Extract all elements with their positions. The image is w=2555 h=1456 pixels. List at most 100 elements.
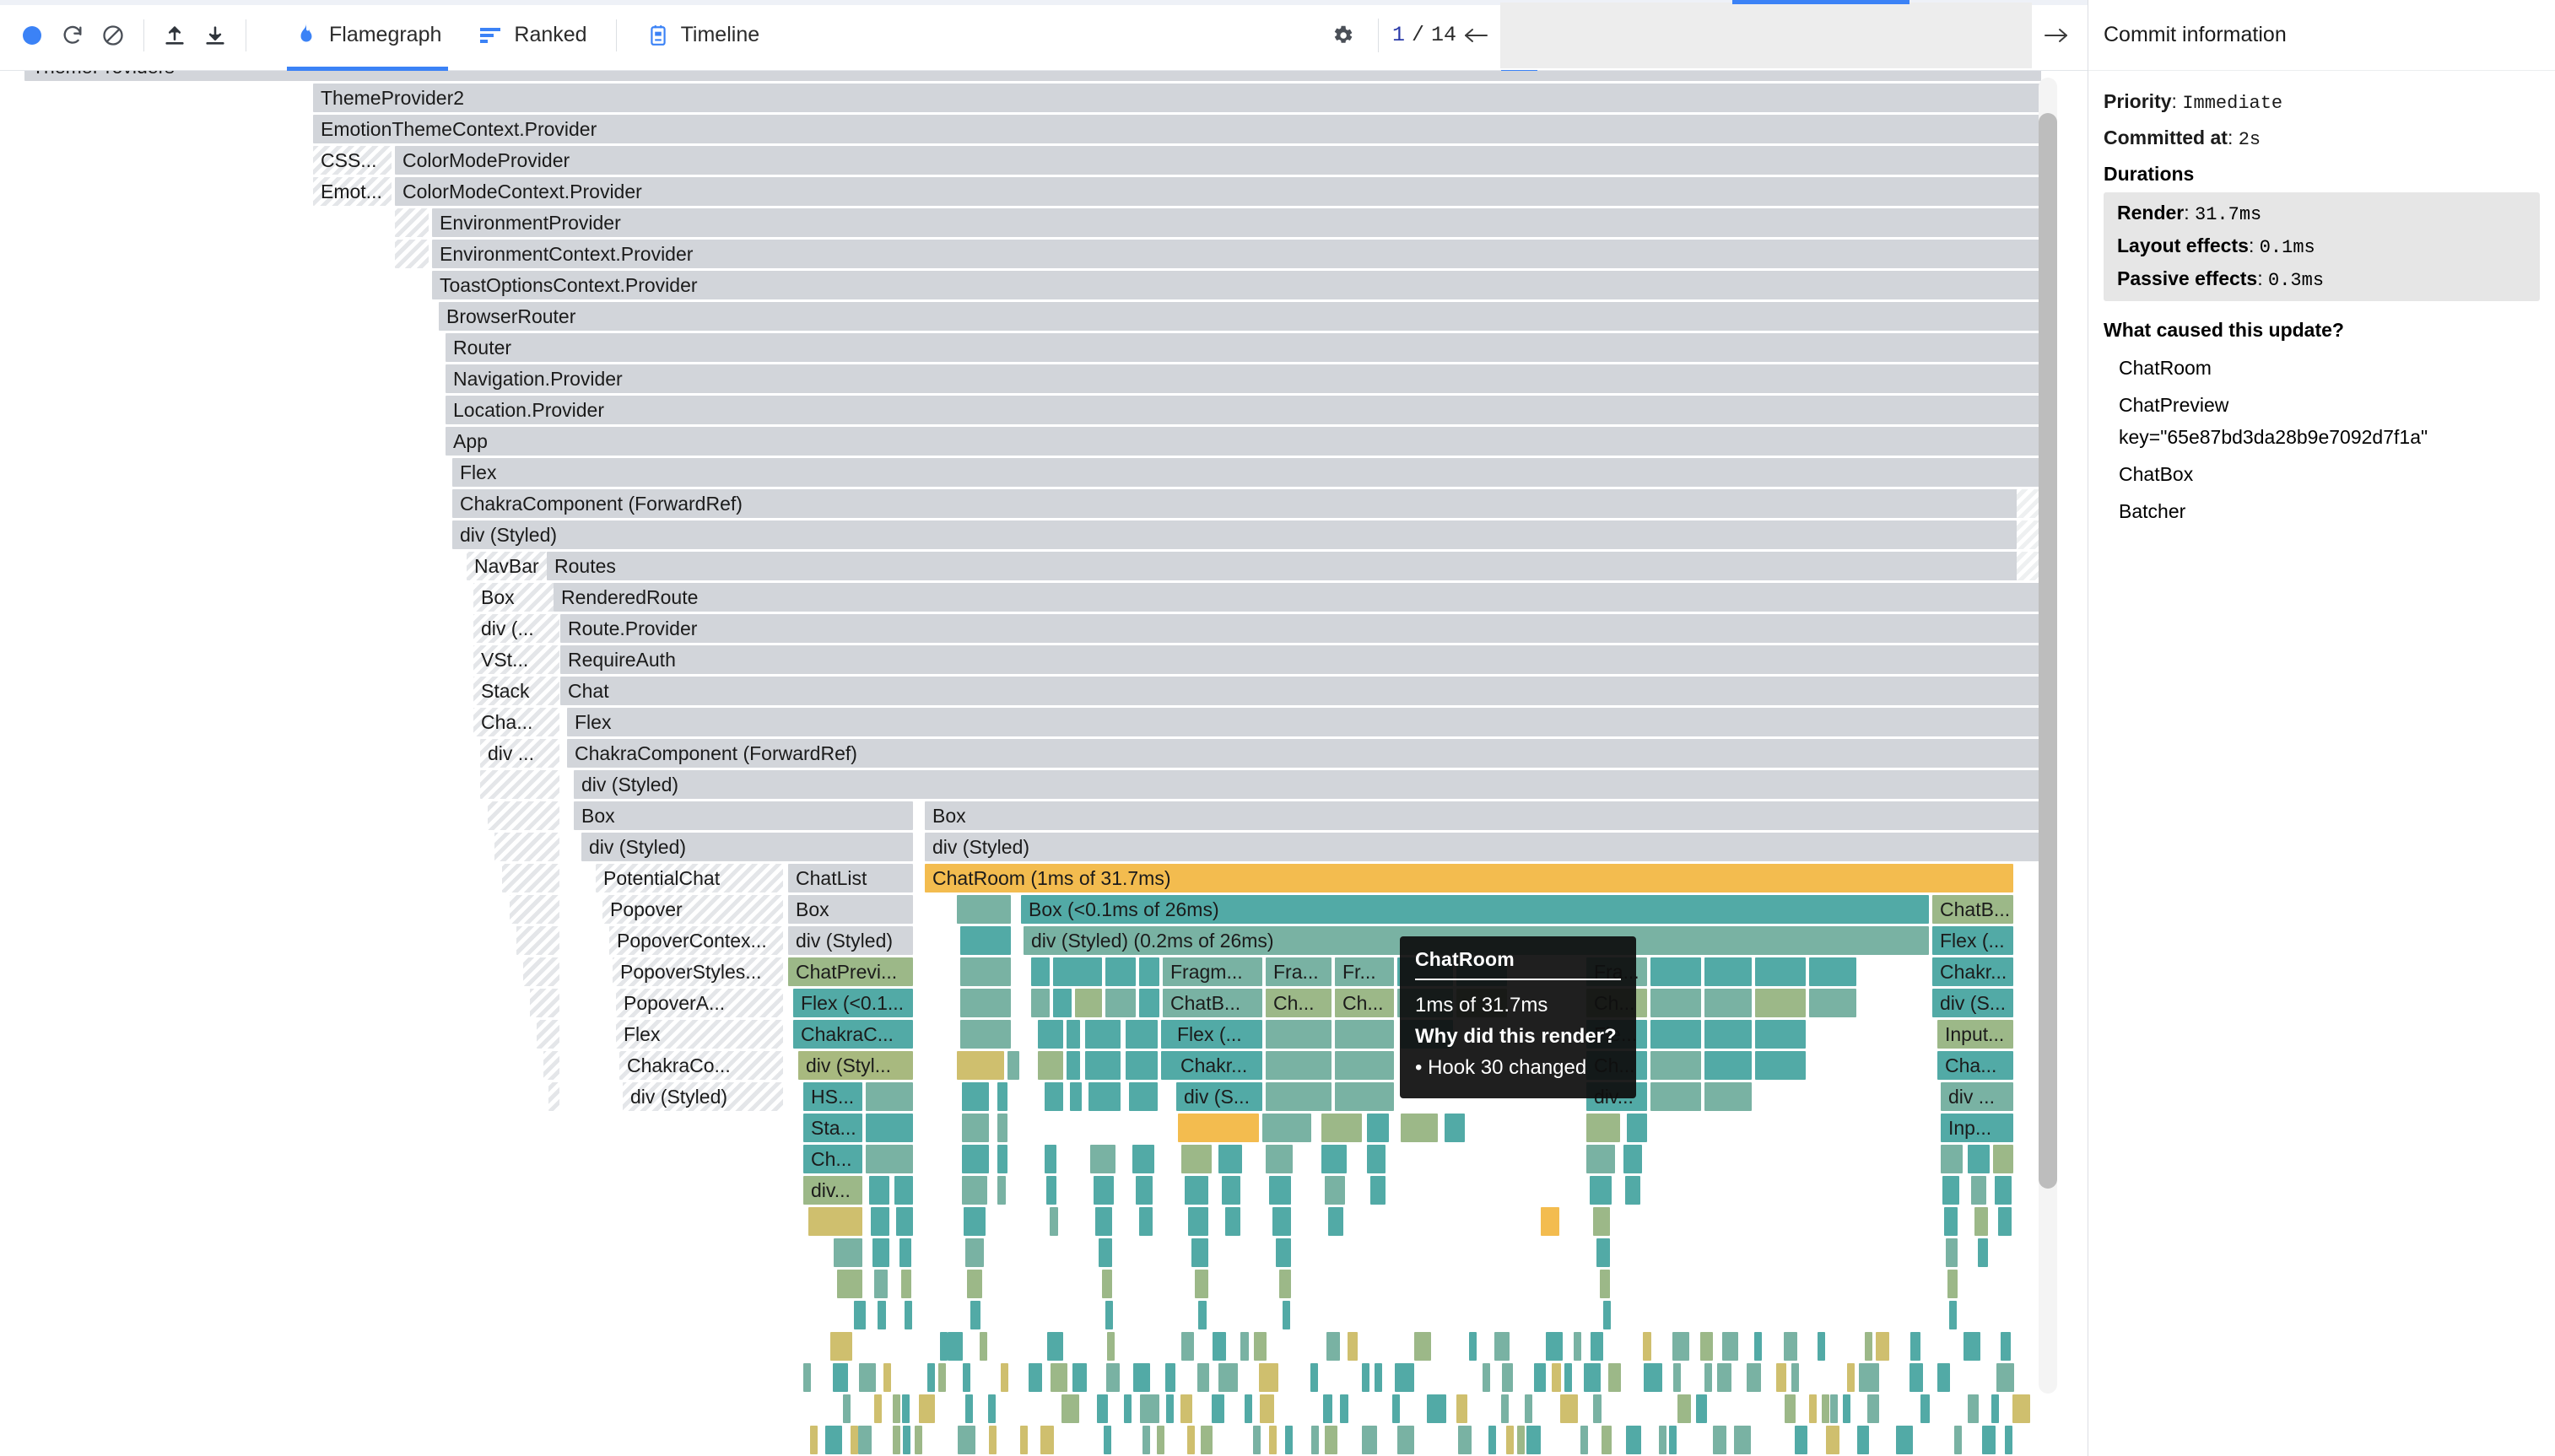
flamegraph-node-unlabeled[interactable] <box>1272 1207 1291 1236</box>
flamegraph-node-unlabeled[interactable] <box>1283 1301 1290 1329</box>
flamegraph-node-unlabeled[interactable] <box>1335 1020 1394 1049</box>
flamegraph-node[interactable]: div (Styled) <box>925 833 2041 861</box>
flamegraph-node-unlabeled[interactable] <box>1105 989 1136 1017</box>
flamegraph-node-unlabeled[interactable] <box>1107 1332 1115 1361</box>
flamegraph-node[interactable]: Cha... <box>1937 1051 2013 1080</box>
flamegraph-node-unlabeled[interactable] <box>1126 1020 1158 1049</box>
flamegraph-node-unlabeled[interactable] <box>1722 1332 1738 1361</box>
flamegraph-node-unlabeled[interactable] <box>1541 1207 1559 1236</box>
flamegraph-node-unlabeled[interactable] <box>1445 1114 1465 1142</box>
flamegraph-node-unlabeled[interactable] <box>938 1363 947 1392</box>
flamegraph-node-unlabeled[interactable] <box>480 770 559 799</box>
flamegraph-node-unlabeled[interactable] <box>1326 1332 1340 1361</box>
flamegraph-node-unlabeled[interactable] <box>1526 1426 1541 1454</box>
flamegraph-node[interactable]: ChatPrevi... <box>788 957 913 986</box>
flamegraph-node-unlabeled[interactable] <box>1067 1051 1080 1080</box>
flamegraph-node-unlabeled[interactable] <box>1129 1082 1158 1111</box>
flamegraph-node-unlabeled[interactable] <box>1600 1270 1610 1298</box>
flamegraph-node-unlabeled[interactable] <box>830 1332 852 1361</box>
flamegraph-node[interactable]: Chat <box>560 677 2041 705</box>
flamegraph-node-unlabeled[interactable] <box>1222 1176 1240 1205</box>
flamegraph-node-unlabeled[interactable] <box>1625 1176 1640 1205</box>
flamegraph-node-unlabeled[interactable] <box>1165 1363 1175 1392</box>
flamegraph-node-unlabeled[interactable] <box>902 1426 910 1454</box>
flamegraph-node-unlabeled[interactable] <box>1053 957 1102 986</box>
flamegraph-node-unlabeled[interactable] <box>1051 1363 1067 1392</box>
flamegraph-node-unlabeled[interactable] <box>1857 1426 1869 1454</box>
flamegraph-node-unlabeled[interactable] <box>1494 1332 1510 1361</box>
flamegraph-node-unlabeled[interactable] <box>1574 1332 1581 1361</box>
flamegraph-node-unlabeled[interactable] <box>1325 1426 1338 1454</box>
flamegraph-node-unlabeled[interactable] <box>2012 1394 2031 1423</box>
flamegraph-node-unlabeled[interactable] <box>1367 1145 1386 1173</box>
flamegraph-node-unlabeled[interactable] <box>1367 1114 1389 1142</box>
flamegraph-node-unlabeled[interactable] <box>1259 1394 1274 1423</box>
flamegraph-node-unlabeled[interactable] <box>883 1363 891 1392</box>
flamegraph-node[interactable]: Ch... <box>1266 989 1332 1017</box>
flamegraph-node-unlabeled[interactable] <box>965 1238 984 1267</box>
flamegraph-node-unlabeled[interactable] <box>1949 1301 1957 1329</box>
flamegraph-node-unlabeled[interactable] <box>940 1332 948 1361</box>
flamegraph-node-unlabeled[interactable] <box>1580 1426 1588 1454</box>
flamegraph-node-unlabeled[interactable] <box>1650 1020 1701 1049</box>
flamegraph-node-unlabeled[interactable] <box>1328 1207 1343 1236</box>
flamegraph-node-unlabeled[interactable] <box>843 1394 851 1423</box>
flamegraph-node-unlabeled[interactable] <box>1755 957 1806 986</box>
flamegraph-node-unlabeled[interactable] <box>948 1332 963 1361</box>
flamegraph-node-unlabeled[interactable] <box>1085 1051 1121 1080</box>
flamegraph-node[interactable]: PopoverA... <box>616 989 783 1017</box>
flamegraph-node[interactable]: Cha... <box>473 708 559 736</box>
flamegraph-node-unlabeled[interactable] <box>997 1145 1007 1173</box>
flamegraph-node-unlabeled[interactable] <box>1920 1394 1931 1423</box>
flamegraph-node-unlabeled[interactable] <box>1978 1238 1988 1267</box>
flamegraph-node-unlabeled[interactable] <box>2004 1426 2012 1454</box>
flamegraph-node[interactable]: Flex <box>452 458 2041 487</box>
flamegraph-node-unlabeled[interactable] <box>1028 1363 1043 1392</box>
flamegraph-node-unlabeled[interactable] <box>494 833 559 861</box>
flamegraph-node-unlabeled[interactable] <box>502 864 559 892</box>
flamegraph-node-unlabeled[interactable] <box>1139 1394 1159 1423</box>
flamegraph-node-unlabeled[interactable] <box>1672 1332 1689 1361</box>
flamegraph-node-unlabeled[interactable] <box>1859 1363 1879 1392</box>
flamegraph-node-unlabeled[interactable] <box>850 1426 858 1454</box>
flamegraph-node-unlabeled[interactable] <box>1993 1145 2013 1173</box>
flamegraph-node-unlabeled[interactable] <box>1607 1363 1622 1392</box>
flamegraph-node-unlabeled[interactable] <box>866 1145 913 1173</box>
flamegraph-node-unlabeled[interactable] <box>896 1207 913 1236</box>
flamegraph-node-unlabeled[interactable] <box>2017 552 2041 580</box>
flamegraph-node-unlabeled[interactable] <box>2017 520 2041 549</box>
flamegraph-node-unlabeled[interactable] <box>1747 1363 1761 1392</box>
flamegraph-viewport[interactable]: ThemeProviders ThemeProvider2 EmotionTheme… <box>0 71 2088 1456</box>
flamegraph-node[interactable]: ChatList <box>788 864 913 892</box>
flamegraph-node-unlabeled[interactable] <box>1564 1363 1572 1392</box>
flamegraph-node-unlabeled[interactable] <box>1276 1238 1291 1267</box>
flamegraph-node-unlabeled[interactable] <box>1809 957 1856 986</box>
flamegraph-node-unlabeled[interactable] <box>902 1394 910 1423</box>
flamegraph-node[interactable]: Chakr... <box>1932 957 2013 986</box>
flamegraph-node-unlabeled[interactable] <box>1677 1394 1691 1423</box>
flamegraph-node-unlabeled[interactable] <box>962 1176 987 1205</box>
flamegraph-node-unlabeled[interactable] <box>1391 1394 1400 1423</box>
flamegraph-node[interactable]: HS... <box>803 1082 862 1111</box>
flamegraph-node-unlabeled[interactable] <box>1968 1145 1990 1173</box>
flamegraph-node-unlabeled[interactable] <box>1626 1426 1642 1454</box>
flamegraph-node-unlabeled[interactable] <box>1136 1176 1153 1205</box>
flamegraph-node-unlabeled[interactable] <box>1187 1426 1196 1454</box>
flamegraph-node-unlabeled[interactable] <box>1672 1363 1681 1392</box>
flamegraph-node-unlabeled[interactable] <box>859 1363 876 1392</box>
flamegraph-node-unlabeled[interactable] <box>395 208 429 237</box>
flamegraph-node-unlabeled[interactable] <box>987 1394 996 1423</box>
flamegraph-node-unlabeled[interactable] <box>1401 1114 1438 1142</box>
flamegraph-node-unlabeled[interactable] <box>1213 1332 1226 1361</box>
flamegraph-node-unlabeled[interactable] <box>1704 1020 1752 1049</box>
flamegraph-node-unlabeled[interactable] <box>1809 989 1856 1017</box>
flamegraph-node-unlabeled[interactable] <box>1311 1426 1320 1454</box>
flamegraph-node[interactable]: BrowserRouter <box>439 302 2041 331</box>
flamegraph-node[interactable]: Box (<0.1ms of 26ms) <box>1021 895 1929 924</box>
flamegraph-node-unlabeled[interactable] <box>832 1363 849 1392</box>
flamegraph-node[interactable]: Box <box>925 801 2041 830</box>
flamegraph-node-unlabeled[interactable] <box>1050 1207 1058 1236</box>
flamegraph-node-unlabeled[interactable] <box>1106 1363 1120 1392</box>
flamegraph-node-unlabeled[interactable] <box>1695 1394 1707 1423</box>
flamegraph-node[interactable]: ThemeProviders <box>24 71 2041 81</box>
